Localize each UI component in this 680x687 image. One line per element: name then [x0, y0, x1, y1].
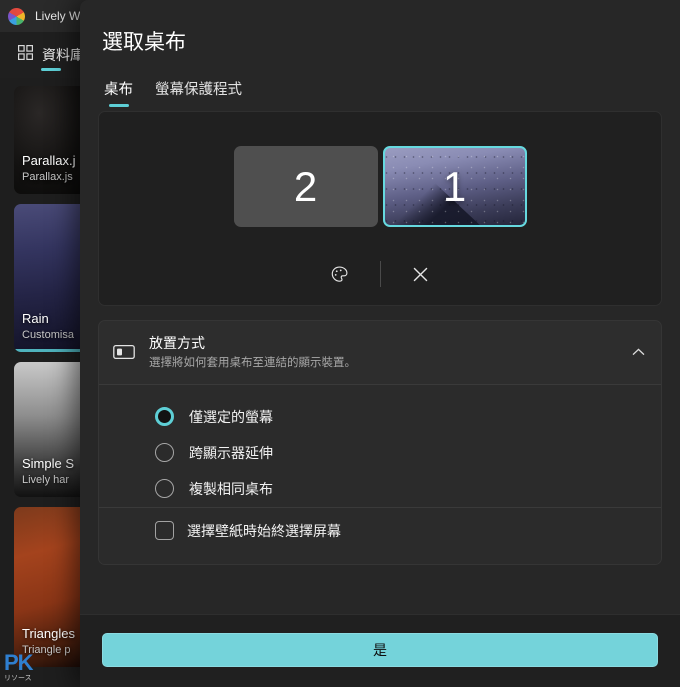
checkbox-always-select-screen[interactable]: 選擇壁紙時始終選擇屏幕 — [99, 508, 661, 554]
select-wallpaper-dialog: 選取桌布 桌布 螢幕保護程式 2 1 放置方式 選擇將如何套用桌布至連結的顯示裝… — [80, 0, 680, 687]
tab-active-indicator — [108, 104, 129, 107]
radio-option-selected-screen[interactable]: 僅選定的螢幕 — [99, 399, 661, 435]
checkbox-label: 選擇壁紙時始終選擇屏幕 — [187, 522, 341, 539]
layout-setting-text: 放置方式 選擇將如何套用桌布至連結的顯示裝置。 — [149, 334, 618, 371]
monitor-number: 1 — [442, 162, 467, 210]
monitor-list: 2 1 — [99, 132, 661, 227]
screen: Lively W 資料庫 Parallax.j Parallax.js Rain… — [0, 0, 680, 687]
dialog-footer: 是 — [80, 614, 680, 687]
monitor-number: 2 — [293, 162, 318, 210]
monitor-toolbar — [99, 227, 661, 305]
confirm-button[interactable]: 是 — [102, 633, 658, 667]
radio-indicator — [155, 443, 174, 463]
radio-option-span[interactable]: 跨顯示器延伸 — [99, 435, 661, 471]
layout-setting-header[interactable]: 放置方式 選擇將如何套用桌布至連結的顯示裝置。 — [99, 321, 661, 384]
close-x-icon[interactable] — [399, 259, 443, 289]
layout-options: 僅選定的螢幕 跨顯示器延伸 複製相同桌布 選擇壁紙時始終選擇屏幕 — [99, 383, 661, 564]
tab-wallpaper-label: 桌布 — [104, 82, 133, 98]
dialog-title: 選取桌布 — [102, 31, 186, 54]
monitor-option-1[interactable]: 1 — [382, 146, 527, 227]
radio-label: 僅選定的螢幕 — [189, 408, 273, 425]
radio-indicator — [155, 479, 174, 499]
radio-option-duplicate[interactable]: 複製相同桌布 — [99, 471, 661, 507]
watermark: PK リソース — [4, 650, 34, 682]
chevron-up-icon[interactable] — [632, 343, 645, 361]
layout-icon — [113, 342, 135, 362]
monitor-picker-panel: 2 1 — [98, 111, 662, 306]
grid-icon — [18, 45, 33, 65]
dialog-body: 2 1 放置方式 選擇將如何套用桌布至連結的顯示裝置。 僅選定的螢幕 跨顯示器延… — [80, 111, 680, 565]
monitor-option-2[interactable]: 2 — [233, 146, 378, 227]
tab-screensaver[interactable]: 螢幕保護程式 — [155, 78, 242, 111]
tab-screensaver-label: 螢幕保護程式 — [155, 82, 242, 98]
sidebar-item-library[interactable]: 資料庫 — [14, 32, 88, 78]
layout-setting-description: 選擇將如何套用桌布至連結的顯示裝置。 — [149, 356, 356, 369]
tab-wallpaper[interactable]: 桌布 — [104, 78, 133, 111]
layout-setting-title: 放置方式 — [149, 335, 205, 351]
radio-label: 複製相同桌布 — [189, 480, 273, 497]
checkbox-indicator — [155, 521, 174, 541]
palette-icon[interactable] — [318, 259, 362, 289]
toolbar-divider — [379, 261, 381, 287]
radio-label: 跨顯示器延伸 — [189, 444, 273, 461]
library-label: 資料庫 — [42, 47, 84, 63]
dialog-tabs: 桌布 螢幕保護程式 — [80, 56, 680, 111]
lively-logo-icon — [8, 7, 25, 25]
dialog-header: 選取桌布 — [80, 0, 680, 56]
radio-indicator — [155, 407, 174, 427]
layout-setting-card: 放置方式 選擇將如何套用桌布至連結的顯示裝置。 僅選定的螢幕 跨顯示器延伸 複製… — [98, 320, 662, 565]
active-tab-indicator — [41, 68, 61, 71]
app-title: Lively W — [35, 9, 81, 23]
